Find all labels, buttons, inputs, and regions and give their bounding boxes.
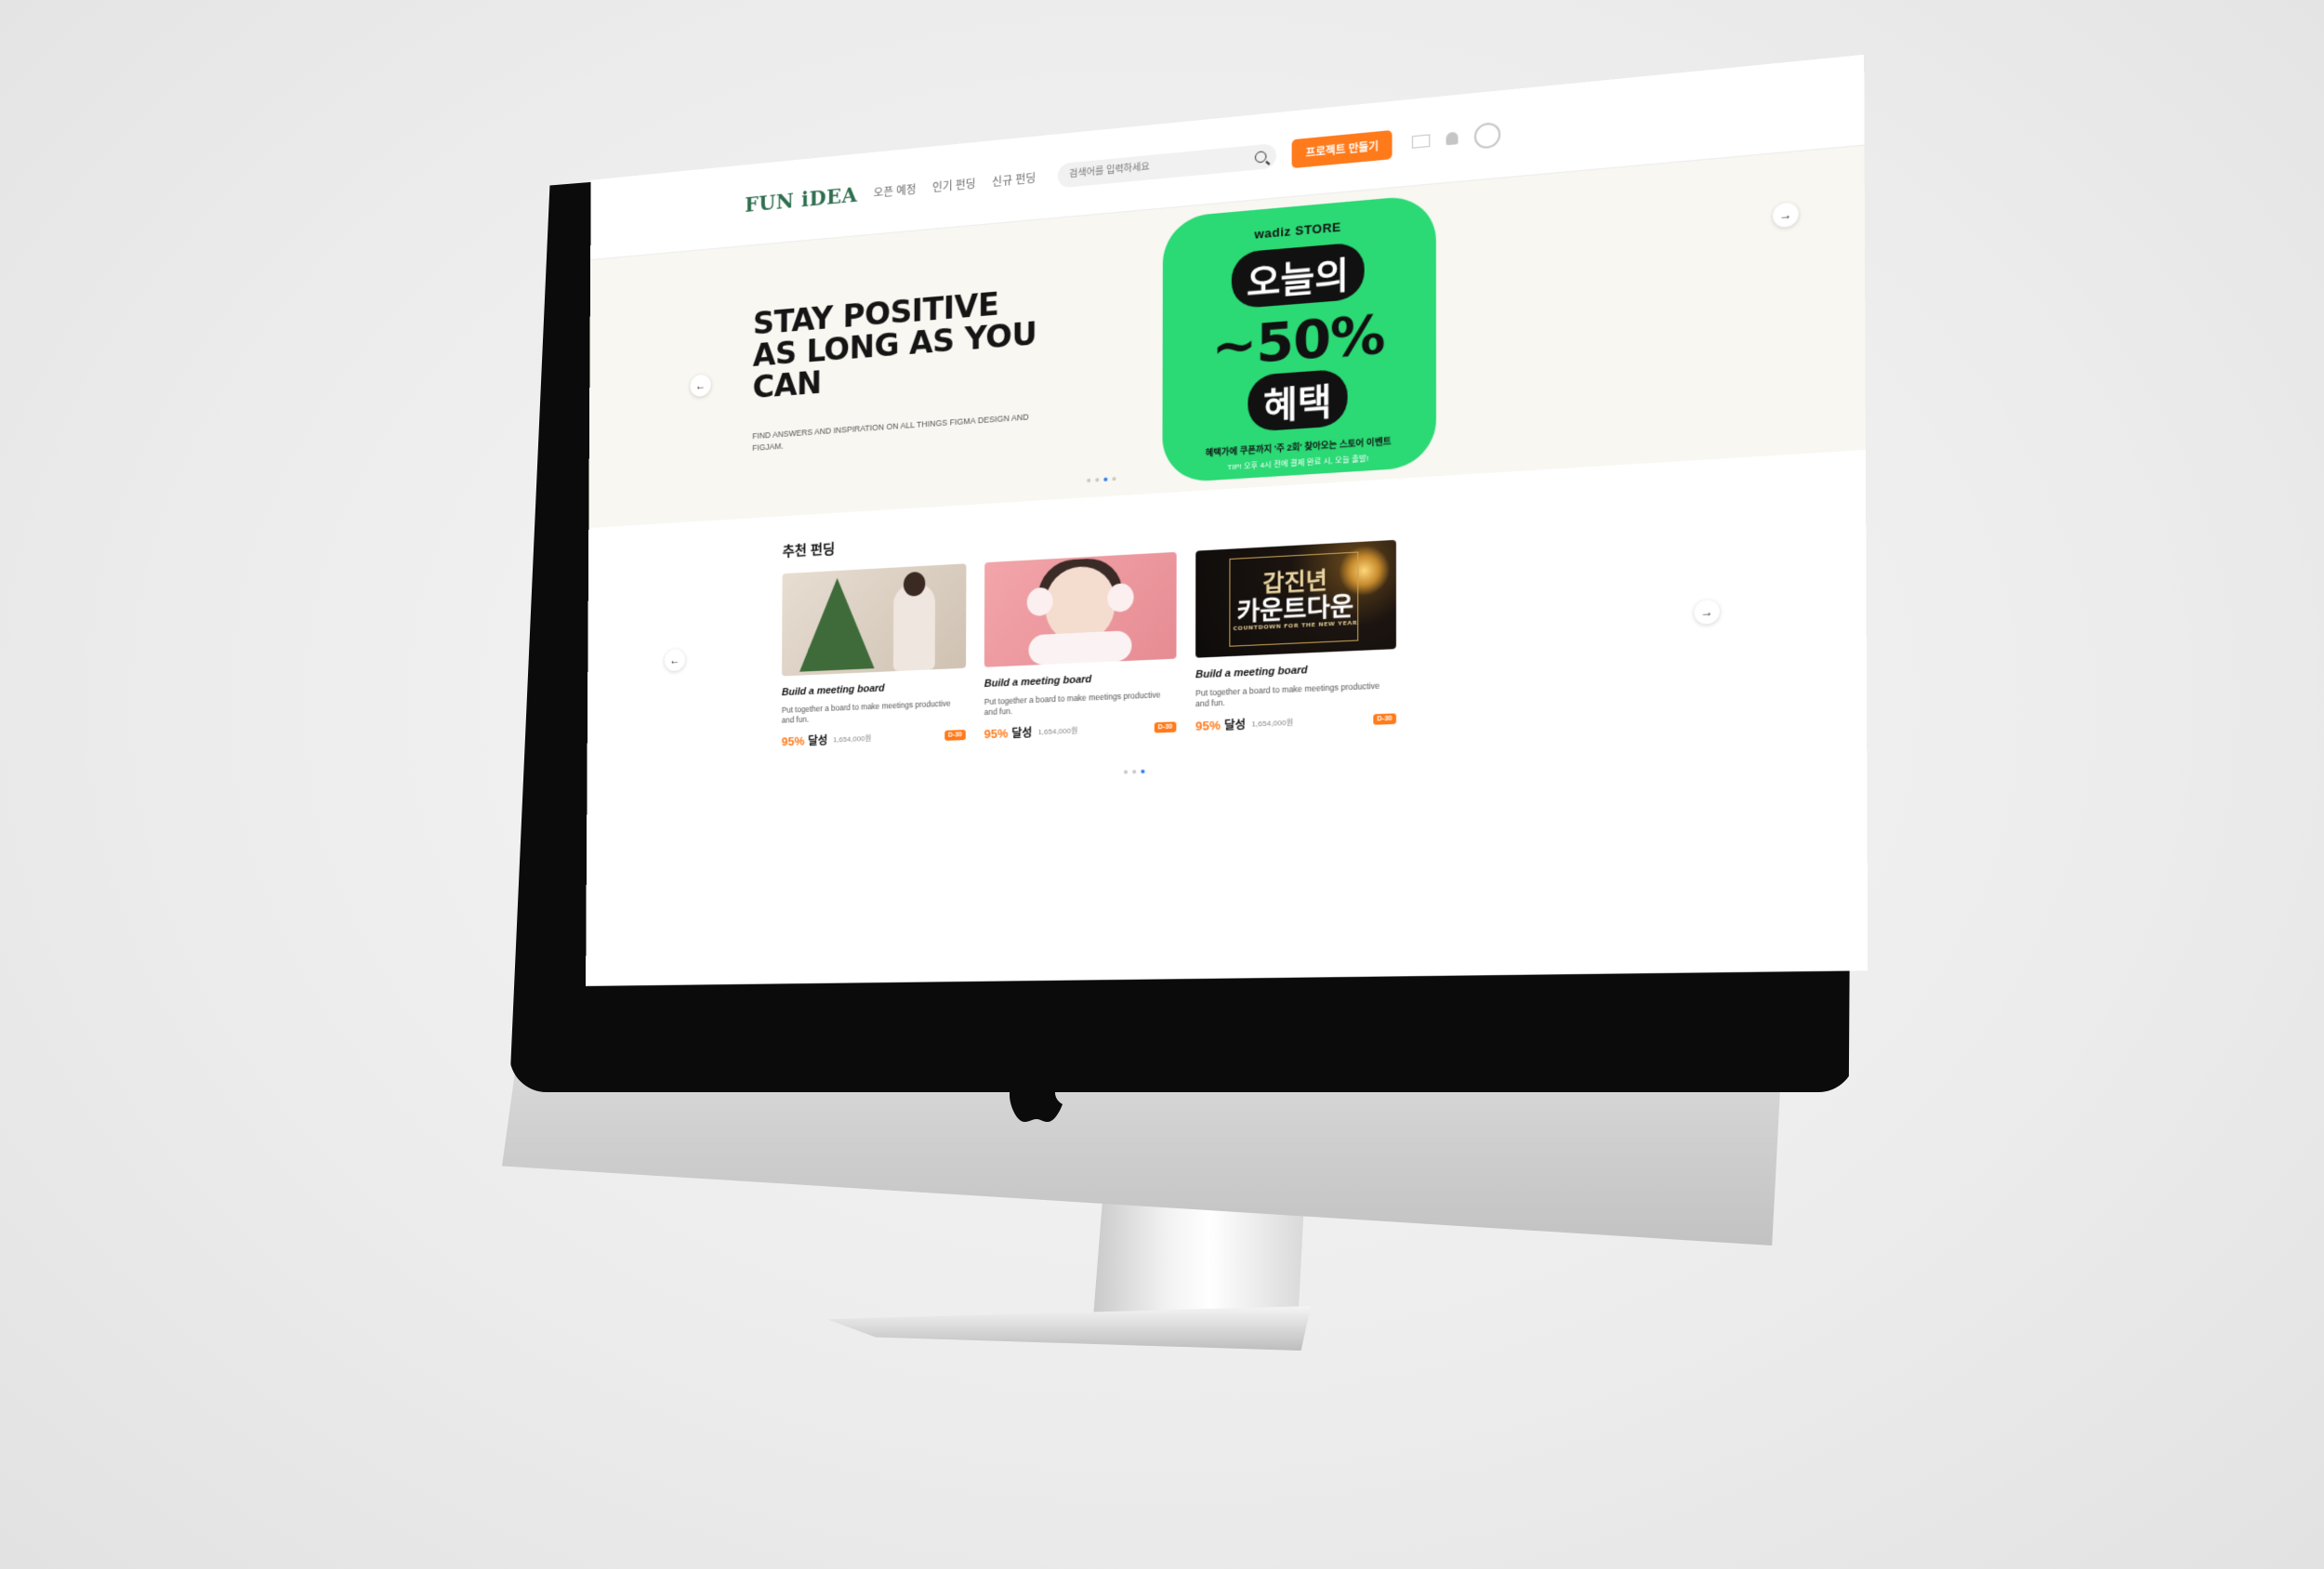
card-dday-badge: D-30 [944, 729, 966, 741]
card-meta: 95% 달성 1,654,000원 D-30 [984, 719, 1177, 742]
hero-next-arrow[interactable]: → [1773, 202, 1799, 229]
top-icons [1412, 121, 1501, 154]
main-nav: 오픈 예정 인기 펀딩 신규 펀딩 [874, 170, 1037, 201]
card-amount: 1,654,000원 [833, 733, 872, 745]
funding-card[interactable]: Build a meeting board Put together a boa… [984, 551, 1177, 742]
card-amount: 1,654,000원 [1251, 718, 1294, 729]
card-percent: 95% [1195, 718, 1221, 733]
hero-dot[interactable] [1087, 478, 1091, 483]
cards-dot[interactable] [1123, 770, 1129, 774]
avatar-icon[interactable] [1474, 121, 1501, 150]
nav-item-new[interactable]: 신규 펀딩 [992, 170, 1036, 190]
brand-logo[interactable]: FUN iDEA [745, 182, 857, 217]
card-image-countdown: 갑진년 카운트다운 COUNTDOWN FOR THE NEW YEAR [1195, 539, 1396, 658]
mittens-shape [1028, 630, 1132, 666]
card-title: Build a meeting board [1195, 664, 1308, 681]
card-achieved: 달성 [1224, 718, 1247, 732]
cards-prev-arrow[interactable]: ← [664, 649, 686, 672]
christmas-tree-shape [799, 575, 876, 672]
nav-item-upcoming[interactable]: 오픈 예정 [874, 181, 917, 201]
search-icon[interactable] [1255, 150, 1267, 164]
hero-subtitle: FIND ANSWERS AND INSPIRATION ON ALL THIN… [752, 412, 1029, 453]
screen: FUN iDEA 오픈 예정 인기 펀딩 신규 펀딩 프로젝트 만들기 ← ST… [586, 54, 1868, 986]
card-title: Build a meeting board [781, 682, 885, 699]
bell-icon[interactable] [1446, 131, 1459, 146]
mail-icon[interactable] [1412, 134, 1431, 149]
promo-discount: ~50% [1211, 302, 1385, 379]
stand-foot [827, 1306, 1311, 1351]
search-input[interactable] [1067, 152, 1242, 181]
card-dday-badge: D-30 [1154, 721, 1177, 733]
hero-pagination [1087, 477, 1116, 483]
card-achieved: 달성 [1011, 726, 1033, 741]
hero-dot[interactable] [1112, 477, 1116, 481]
card-image-earmuffs [984, 551, 1177, 667]
card-meta: 95% 달성 1,654,000원 D-30 [782, 727, 966, 749]
card-description: Put together a board to make meetings pr… [781, 698, 951, 726]
cards-dot-active[interactable] [1141, 769, 1145, 774]
funding-card[interactable]: Build a meeting board Put together a boa… [782, 563, 967, 749]
card-percent: 95% [984, 726, 1009, 742]
promo-banner[interactable]: wadiz STORE 오늘의 ~50% 혜택 혜택가에 쿠폰까지 '주 2회'… [1162, 193, 1436, 484]
card-image-christmas [782, 563, 967, 677]
promo-line3: 혜택 [1248, 368, 1348, 432]
search-bar [1058, 142, 1277, 188]
card-meta: 95% 달성 1,654,000원 D-30 [1195, 710, 1396, 734]
hero-prev-arrow[interactable]: ← [690, 374, 711, 398]
cards-pagination [1123, 769, 1145, 774]
screen-wrap: FUN iDEA 오픈 예정 인기 펀딩 신규 펀딩 프로젝트 만들기 ← ST… [586, 54, 1868, 1022]
hero-text: STAY POSITIVE AS LONG AS YOU CAN FIND AN… [752, 285, 1040, 454]
card-dday-badge: D-30 [1373, 713, 1396, 725]
promo-line1: 오늘의 [1231, 241, 1366, 310]
funding-card[interactable]: 갑진년 카운트다운 COUNTDOWN FOR THE NEW YEAR Bui… [1195, 539, 1396, 734]
card-description: Put together a board to make meetings pr… [1195, 680, 1380, 709]
promo-brand: wadiz STORE [1254, 219, 1341, 242]
hero-dot[interactable] [1095, 478, 1100, 482]
earmuff-right-shape [1107, 582, 1134, 613]
hero-title: STAY POSITIVE AS LONG AS YOU CAN [752, 285, 1037, 406]
card-description: Put together a board to make meetings pr… [984, 690, 1161, 718]
nav-item-popular[interactable]: 인기 펀딩 [932, 176, 976, 195]
card-amount: 1,654,000원 [1037, 726, 1078, 737]
hero-dot-active[interactable] [1103, 477, 1108, 481]
cards-dot[interactable] [1132, 770, 1137, 774]
create-project-button[interactable]: 프로젝트 만들기 [1291, 129, 1393, 168]
card-title: Build a meeting board [984, 673, 1092, 690]
card-achieved: 달성 [808, 733, 828, 748]
card-percent: 95% [781, 733, 805, 749]
